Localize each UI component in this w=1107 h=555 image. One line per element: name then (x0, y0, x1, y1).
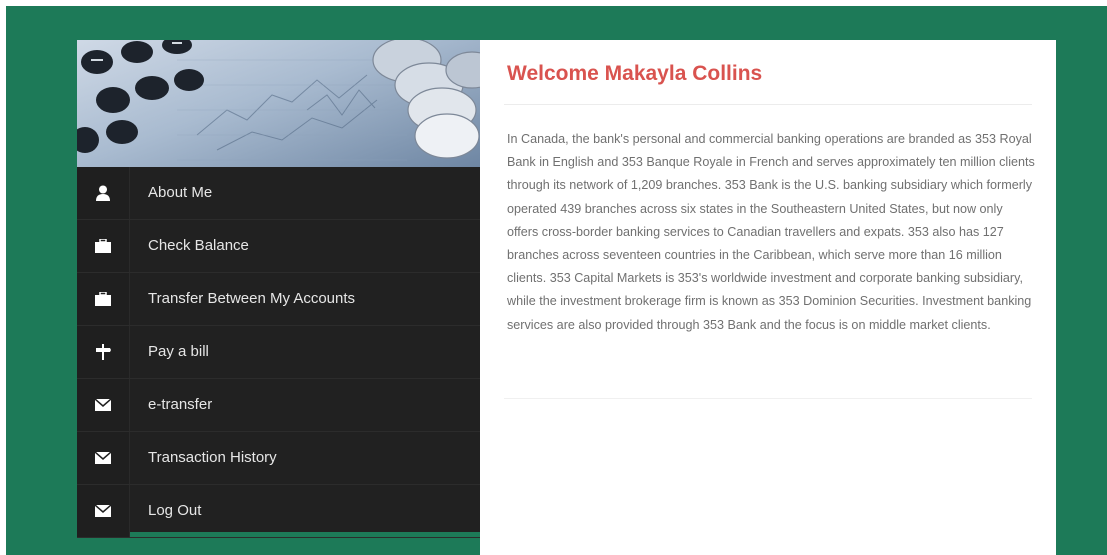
sidebar-item-label: Log Out (148, 502, 202, 519)
menu-divider (129, 379, 130, 431)
sidebar-item-label: Pay a bill (148, 343, 209, 360)
sidebar-item-label: About Me (148, 184, 213, 201)
menu-divider (129, 273, 130, 325)
main-content: Welcome Makayla Collins In Canada, the b… (480, 40, 1056, 555)
sidebar-item-transaction-history[interactable]: Transaction History (77, 432, 480, 485)
content-divider (504, 398, 1032, 399)
sidebar-menu: About Me Check Balance Transfer Between … (77, 167, 480, 538)
sidebar-item-label: Check Balance (148, 237, 249, 254)
sidebar-item-about-me[interactable]: About Me (77, 167, 480, 220)
menu-divider (129, 485, 130, 537)
sidebar: About Me Check Balance Transfer Between … (77, 40, 480, 538)
sidebar-item-label: Transaction History (148, 449, 277, 466)
briefcase-icon (77, 273, 129, 325)
menu-divider (129, 220, 130, 272)
envelope-icon (77, 379, 129, 431)
envelope-icon (77, 485, 129, 537)
sidebar-item-check-balance[interactable]: Check Balance (77, 220, 480, 273)
title-divider (504, 104, 1032, 105)
user-icon (77, 167, 129, 219)
signpost-icon (77, 326, 129, 378)
finance-banner-image (77, 40, 480, 167)
menu-divider (129, 167, 130, 219)
sidebar-item-log-out[interactable]: Log Out (77, 485, 480, 538)
sidebar-item-e-transfer[interactable]: e-transfer (77, 379, 480, 432)
page-title: Welcome Makayla Collins (507, 62, 763, 85)
sidebar-item-transfer-between-accounts[interactable]: Transfer Between My Accounts (77, 273, 480, 326)
sidebar-item-label: Transfer Between My Accounts (148, 290, 356, 307)
sidebar-item-pay-a-bill[interactable]: Pay a bill (77, 326, 480, 379)
briefcase-icon (77, 220, 129, 272)
menu-divider (129, 432, 130, 484)
menu-divider (129, 326, 130, 378)
bank-description: In Canada, the bank's personal and comme… (507, 132, 1035, 332)
envelope-icon (77, 432, 129, 484)
sidebar-item-label: e-transfer (148, 396, 213, 413)
